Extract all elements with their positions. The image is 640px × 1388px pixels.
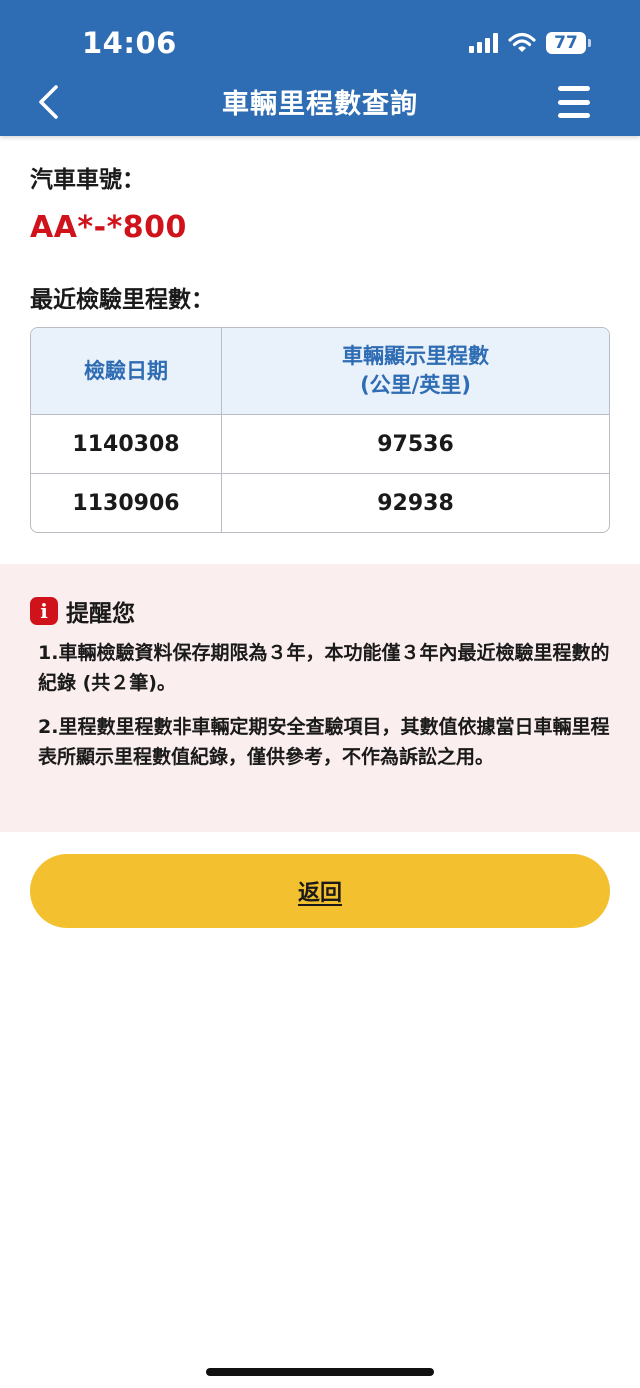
- table-header: 檢驗日期 車輛顯示里程數 (公里/英里): [31, 328, 609, 415]
- row-date: 1140308: [72, 431, 180, 457]
- info-icon: i: [30, 597, 58, 625]
- reminder-panel: i 提醒您 1.車輛檢驗資料保存期限為３年，本功能僅３年內最近檢驗里程數的紀錄 …: [0, 564, 640, 832]
- table-row: 1140308 97536: [31, 415, 609, 473]
- column-header-mileage: 車輛顯示里程數: [342, 344, 489, 368]
- battery-icon: 77: [546, 32, 591, 54]
- status-time: 14:06: [82, 26, 177, 60]
- reminder-item: 1.車輛檢驗資料保存期限為３年，本功能僅３年內最近檢驗里程數的紀錄 (共２筆)。: [38, 642, 610, 694]
- mileage-table: 檢驗日期 車輛顯示里程數 (公里/英里) 1140308 97536 11309…: [30, 327, 610, 533]
- signal-icon: [469, 33, 498, 53]
- column-header-mileage-unit: (公里/英里): [360, 373, 471, 397]
- reminder-item: 2.里程數里程數非車輛定期安全查驗項目，其數值依據當日車輛里程表所顯示里程數值紀…: [38, 716, 610, 768]
- wifi-icon: [508, 32, 536, 52]
- plate-value: AA*-*800: [30, 210, 187, 245]
- mileage-section-label: 最近檢驗里程數：: [30, 287, 214, 313]
- row-mileage: 97536: [377, 431, 454, 457]
- row-date: 1130906: [72, 490, 180, 516]
- table-row: 1130906 92938: [31, 473, 609, 532]
- reminder-title-text: 提醒您: [66, 601, 135, 627]
- plate-label: 汽車車號：: [30, 167, 145, 193]
- home-indicator[interactable]: [206, 1368, 434, 1376]
- battery-level: 77: [554, 33, 578, 53]
- status-icons: 77: [469, 30, 591, 56]
- row-mileage: 92938: [377, 490, 454, 516]
- return-button[interactable]: 返回: [30, 854, 610, 928]
- app-header: 14:06 77 車輛里程數查詢: [0, 0, 640, 136]
- menu-icon[interactable]: [558, 86, 594, 118]
- page-title: 車輛里程數查詢: [222, 89, 418, 120]
- reminder-title: i 提醒您: [30, 594, 135, 628]
- column-header-date: 檢驗日期: [84, 358, 168, 383]
